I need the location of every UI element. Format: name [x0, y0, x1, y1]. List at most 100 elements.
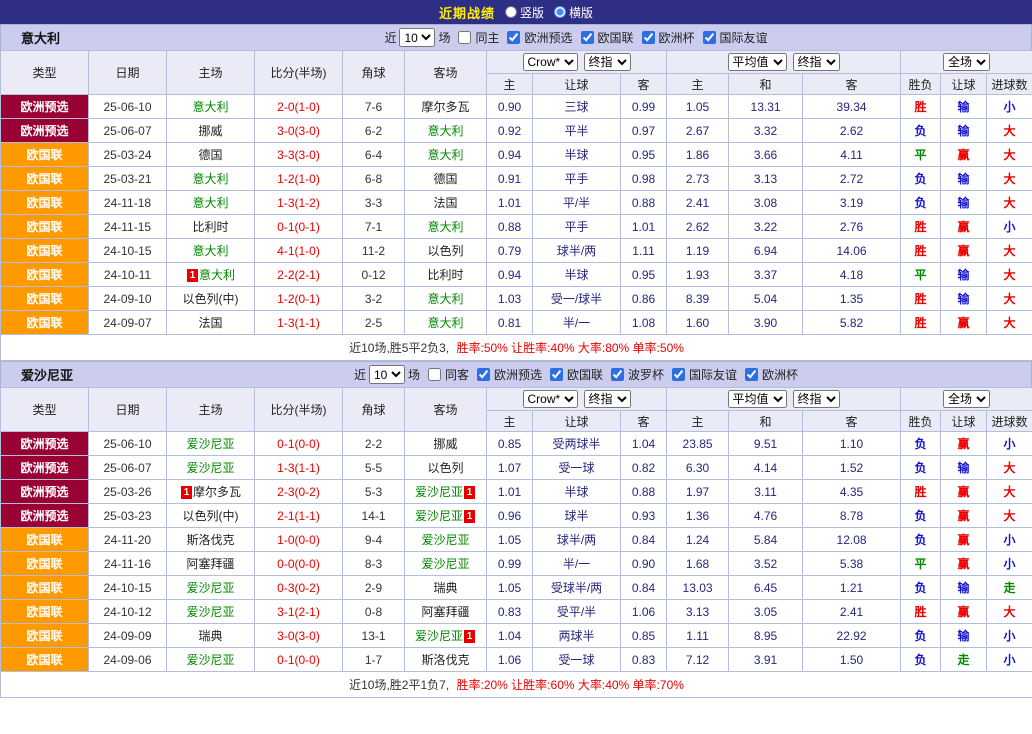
odds-stage-select[interactable]: 终指	[584, 53, 631, 71]
layout-radio-horizontal-input[interactable]	[554, 6, 566, 18]
avg-draw-cell: 3.13	[729, 167, 803, 191]
table-row: 欧国联24-09-06爱沙尼亚0-1(0-0)1-7斯洛伐克1.06受一球0.8…	[1, 648, 1032, 672]
avg-draw-cell: 6.45	[729, 576, 803, 600]
filter-bar: 近10场同主欧洲预选欧国联欧洲杯国际友谊	[181, 28, 1031, 47]
header-row-main: 类型日期主场比分(半场)角球客场Crow*终指平均值终指全场	[1, 388, 1032, 411]
table-row: 欧国联24-11-16阿塞拜疆0-0(0-0)8-3爱沙尼亚0.99半/一0.9…	[1, 552, 1032, 576]
odds-stage-select[interactable]: 终指	[584, 390, 631, 408]
home-team-cell: 斯洛伐克	[167, 528, 255, 552]
competition-checkbox-0[interactable]	[507, 31, 520, 44]
avg-draw-cell: 13.31	[729, 95, 803, 119]
bookmaker-select[interactable]: Crow*	[523, 53, 578, 71]
layout-radio-vertical-input[interactable]	[505, 6, 517, 18]
avg-draw-cell: 3.11	[729, 480, 803, 504]
average-stage-select[interactable]: 终指	[793, 53, 840, 71]
layout-radio-vertical[interactable]: 竖版	[505, 4, 544, 21]
average-stage-select[interactable]: 终指	[793, 390, 840, 408]
result-handicap-cell: 赢	[941, 239, 987, 263]
header-row-main: 类型日期主场比分(半场)角球客场Crow*终指平均值终指全场	[1, 51, 1032, 74]
odds-handicap-cell: 球半	[533, 504, 621, 528]
odds-handicap-cell: 受一球	[533, 648, 621, 672]
avg-home-cell: 1.86	[667, 143, 729, 167]
result-handicap-cell: 赢	[941, 480, 987, 504]
average-select[interactable]: 平均值	[728, 390, 787, 408]
summary-row: 近10场,胜2平1负7, 胜率:20% 让胜率:60% 大率:40% 单率:70…	[1, 672, 1032, 698]
recent-count-select[interactable]: 10	[369, 365, 405, 384]
date-cell: 25-06-07	[89, 119, 167, 143]
sub-col-header-7: 让球	[941, 74, 987, 95]
layout-radio-horizontal-label: 横版	[569, 4, 593, 21]
bookmaker-select[interactable]: Crow*	[523, 390, 578, 408]
corner-cell: 1-7	[343, 648, 405, 672]
odds-handicap-cell: 平手	[533, 215, 621, 239]
sub-col-header-6: 胜负	[901, 74, 941, 95]
away-team-cell: 法国	[405, 191, 487, 215]
competition-cell: 欧国联	[1, 600, 89, 624]
odds-handicap-cell: 三球	[533, 95, 621, 119]
same-venue-checkbox[interactable]	[428, 368, 441, 381]
summary-row: 近10场,胜5平2负3, 胜率:50% 让胜率:40% 大率:80% 单率:50…	[1, 335, 1032, 361]
away-team-name: 阿塞拜疆	[421, 605, 469, 619]
result-handicap-cell: 走	[941, 648, 987, 672]
recent-count-select[interactable]: 10	[399, 28, 435, 47]
avg-draw-cell: 3.37	[729, 263, 803, 287]
result-goals-cell: 大	[987, 167, 1032, 191]
fulltime-select[interactable]: 全场	[943, 390, 990, 408]
date-cell: 25-03-24	[89, 143, 167, 167]
odds-home-cell: 0.91	[487, 167, 533, 191]
average-odds-header: 平均值终指	[667, 388, 901, 411]
competition-cell: 欧国联	[1, 528, 89, 552]
odds-away-cell: 1.06	[621, 600, 667, 624]
result-goals-cell: 大	[987, 143, 1032, 167]
score-cell: 1-2(0-1)	[255, 287, 343, 311]
competition-checkbox-2[interactable]	[642, 31, 655, 44]
odds-handicap-cell: 平手	[533, 167, 621, 191]
avg-away-cell: 39.34	[803, 95, 901, 119]
competition-checkbox-2[interactable]	[611, 368, 624, 381]
competition-label-1: 欧国联	[598, 29, 634, 46]
col-header-score: 比分(半场)	[255, 388, 343, 432]
away-team-cell: 意大利	[405, 215, 487, 239]
sub-col-header-0: 主	[487, 411, 533, 432]
competition-checkbox-4[interactable]	[745, 368, 758, 381]
average-odds-header: 平均值终指	[667, 51, 901, 74]
competition-cell: 欧国联	[1, 624, 89, 648]
home-team-name: 法国	[198, 316, 222, 330]
competition-checkbox-0[interactable]	[477, 368, 490, 381]
result-handicap-cell: 赢	[941, 528, 987, 552]
home-team-name: 意大利	[199, 268, 235, 282]
avg-away-cell: 1.10	[803, 432, 901, 456]
avg-home-cell: 2.62	[667, 215, 729, 239]
fulltime-select[interactable]: 全场	[943, 53, 990, 71]
result-handicap-cell: 输	[941, 287, 987, 311]
layout-radio-horizontal[interactable]: 横版	[554, 4, 593, 21]
date-cell: 24-10-15	[89, 239, 167, 263]
odds-away-cell: 0.83	[621, 648, 667, 672]
date-cell: 25-06-10	[89, 95, 167, 119]
corner-cell: 6-4	[343, 143, 405, 167]
odds-away-cell: 0.97	[621, 119, 667, 143]
competition-checkbox-3[interactable]	[672, 368, 685, 381]
odds-away-cell: 0.88	[621, 480, 667, 504]
avg-home-cell: 7.12	[667, 648, 729, 672]
home-team-name: 瑞典	[198, 629, 222, 643]
competition-checkbox-3[interactable]	[703, 31, 716, 44]
avg-home-cell: 13.03	[667, 576, 729, 600]
home-team-name: 爱沙尼亚	[186, 437, 234, 451]
result-goals-cell: 小	[987, 528, 1032, 552]
competition-cell: 欧国联	[1, 311, 89, 335]
section-header-bar: 爱沙尼亚近10场同客欧洲预选欧国联波罗杯国际友谊欧洲杯	[0, 361, 1032, 387]
corner-cell: 3-2	[343, 287, 405, 311]
avg-away-cell: 1.50	[803, 648, 901, 672]
result-handicap-cell: 输	[941, 263, 987, 287]
results-table: 类型日期主场比分(半场)角球客场Crow*终指平均值终指全场主让球客主和客胜负让…	[0, 387, 1032, 698]
competition-checkbox-1[interactable]	[581, 31, 594, 44]
score-cell: 0-1(0-0)	[255, 648, 343, 672]
competition-checkbox-1[interactable]	[550, 368, 563, 381]
same-venue-checkbox[interactable]	[458, 31, 471, 44]
score-cell: 0-1(0-1)	[255, 215, 343, 239]
competition-cell: 欧洲预选	[1, 95, 89, 119]
average-select[interactable]: 平均值	[728, 53, 787, 71]
home-team-cell: 1摩尔多瓦	[167, 480, 255, 504]
table-row: 欧国联24-11-15比利时0-1(0-1)7-1意大利0.88平手1.012.…	[1, 215, 1032, 239]
